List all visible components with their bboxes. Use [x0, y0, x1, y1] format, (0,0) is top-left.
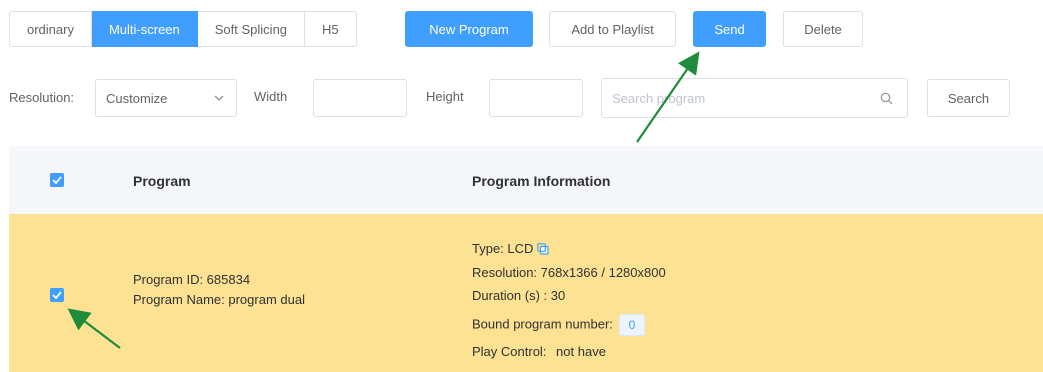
height-label: Height [426, 89, 464, 104]
height-input[interactable] [489, 79, 583, 117]
copy-icon[interactable] [537, 243, 550, 258]
resolution-label: Resolution: [9, 90, 75, 105]
play-control-label: Play Control: [472, 344, 547, 359]
resolution-select-value: Customize [106, 90, 168, 106]
delete-button[interactable]: Delete [783, 11, 863, 47]
send-button[interactable]: Send [693, 11, 766, 47]
chevron-down-icon [214, 93, 224, 103]
search-icon[interactable] [880, 92, 893, 105]
program-duration: Duration (s) : 30 [472, 288, 566, 303]
column-header-program: Program [133, 173, 191, 189]
tab-ordinary[interactable]: ordinary [9, 11, 92, 47]
tab-soft-splicing[interactable]: Soft Splicing [197, 11, 306, 47]
search-button[interactable]: Search [927, 79, 1010, 117]
program-type: Type: LCD [472, 241, 550, 258]
program-name: Program Name: program dual [133, 292, 305, 307]
new-program-button[interactable]: New Program [405, 11, 533, 47]
width-label: Width [254, 89, 288, 104]
check-icon [52, 176, 62, 184]
program-id: Program ID: 685834 [133, 272, 251, 287]
row-checkbox[interactable] [50, 288, 64, 302]
program-resolution: Resolution: 768x1366 / 1280x800 [472, 265, 666, 280]
search-placeholder: Search program [612, 90, 706, 106]
bound-program-label: Bound program number: [472, 316, 613, 332]
program-type-text: Type: LCD [472, 241, 534, 256]
select-all-checkbox[interactable] [50, 173, 64, 187]
program-type-tabs: ordinary Multi-screen Soft Splicing H5 [9, 11, 357, 47]
resolution-select[interactable]: Customize [95, 79, 237, 117]
width-input[interactable] [313, 79, 407, 117]
column-header-program-info: Program Information [472, 173, 611, 189]
play-control-value: not have [556, 344, 606, 359]
play-control: Play Control: not have [472, 344, 606, 359]
check-icon [52, 291, 62, 299]
bound-program-number: Bound program number: 0 [472, 314, 645, 336]
bound-program-badge[interactable]: 0 [618, 314, 645, 336]
search-input[interactable]: Search program [601, 78, 908, 118]
tab-h5[interactable]: H5 [305, 11, 357, 47]
table-header: Program Program Information [9, 146, 1043, 214]
add-to-playlist-button[interactable]: Add to Playlist [549, 11, 676, 47]
tab-multi-screen[interactable]: Multi-screen [91, 11, 198, 47]
